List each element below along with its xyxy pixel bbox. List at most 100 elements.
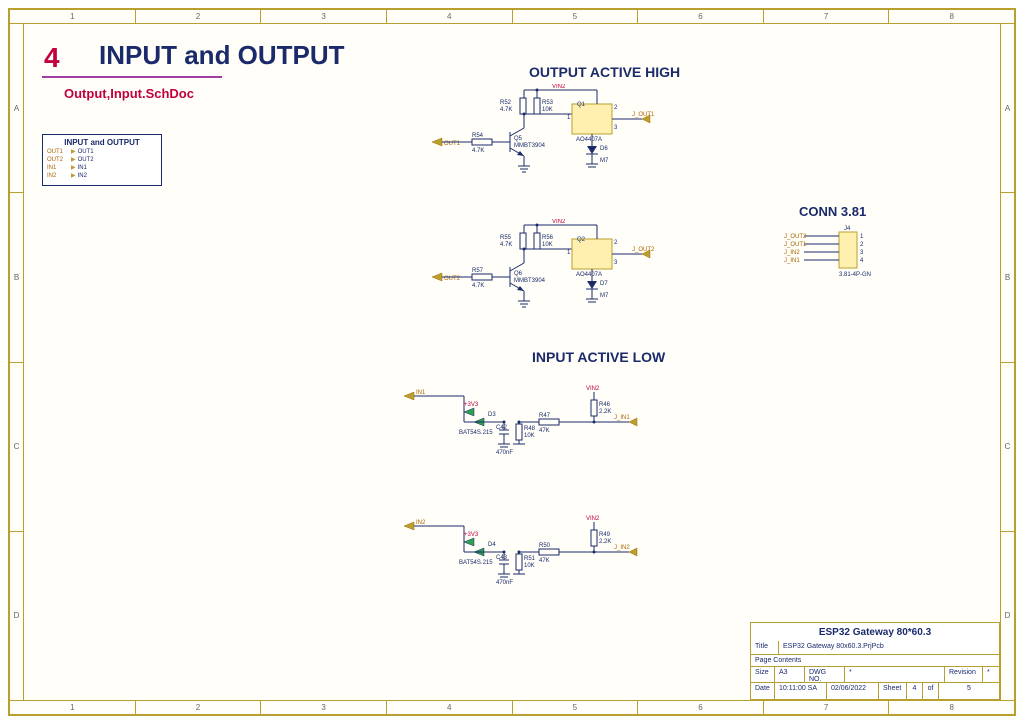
npn-part: MMBT3904 xyxy=(514,143,546,149)
ruler-col: 8 xyxy=(889,10,1014,23)
tb-sheet-num: 4 xyxy=(907,683,923,699)
r-in-ref: R57 xyxy=(472,268,484,274)
ruler-top: 1 2 3 4 5 6 7 8 xyxy=(10,10,1014,24)
entry-net: IN2 xyxy=(78,173,87,179)
ruler-row: B xyxy=(10,193,23,362)
entry-net: OUT2 xyxy=(78,157,94,163)
net-jin2: J_IN2 xyxy=(614,545,630,551)
chevron-right-icon: ▶ xyxy=(71,164,76,171)
sheet-entry: OUT2▶OUT2 xyxy=(47,156,157,163)
ruler-row: D xyxy=(1001,532,1014,700)
ruler-col: 5 xyxy=(513,701,639,714)
d7-part: M7 xyxy=(600,293,609,299)
net-in2: IN2 xyxy=(416,520,426,526)
ruler-row: D xyxy=(10,532,23,700)
c43-val: 470nF xyxy=(496,580,513,586)
entry-signal: IN2 xyxy=(47,173,69,179)
vin2-label: VIN2 xyxy=(552,219,566,225)
ruler-right: A B C D xyxy=(1000,24,1014,700)
r51-ref: R51 xyxy=(524,556,536,562)
conn-pin-net: J_IN1 xyxy=(784,258,800,264)
ruler-col: 6 xyxy=(638,10,764,23)
c43-ref: C43 xyxy=(496,555,508,561)
conn-pin-num: 3 xyxy=(860,250,864,256)
tb-dwg-value: * xyxy=(845,667,945,682)
conn-pin-num: 1 xyxy=(860,234,864,240)
ruler-bottom: 1 2 3 4 5 6 7 8 xyxy=(10,700,1014,714)
conn-pin-net: J_OUT2 xyxy=(784,234,807,240)
tb-dwg-label: DWG NO. xyxy=(805,667,845,682)
d4-part: BAT54S.215 xyxy=(459,560,493,566)
d6-part: M7 xyxy=(600,158,609,164)
vin2-label: VIN2 xyxy=(552,84,566,90)
r48-val: 10K xyxy=(524,433,535,439)
r55-val: 4.7K xyxy=(500,242,512,248)
d7-ref: D7 xyxy=(600,281,608,287)
ruler-col: 4 xyxy=(387,10,513,23)
d6-ref: D6 xyxy=(600,146,608,152)
r56-val: 10K xyxy=(542,242,553,248)
input1-circuit: IN1 +3V3 D3 BAT54S.215 C42 470nF xyxy=(404,374,664,464)
c42-val: 470nF xyxy=(496,450,513,456)
tb-size-label: Size xyxy=(751,667,775,682)
subdoc-name: Output,Input.SchDoc xyxy=(64,86,194,101)
section-title: INPUT and OUTPUT xyxy=(99,40,345,71)
v33-label: +3V3 xyxy=(464,532,479,538)
entry-signal: OUT1 xyxy=(47,149,69,155)
ruler-row: C xyxy=(10,363,23,532)
entry-net: IN1 xyxy=(78,165,87,171)
title-block: ESP32 Gateway 80*60.3 Title ESP32 Gatewa… xyxy=(750,622,1000,700)
ruler-col: 5 xyxy=(513,10,639,23)
mos-pin-d: 3 xyxy=(614,260,618,266)
conn-pin-num: 4 xyxy=(860,258,864,264)
output2-circuit: OUT2 R57 4.7K Q6 MMBT3904 R55 4.7K R56 xyxy=(432,219,672,329)
conn-part: 3.81-4P-GN xyxy=(839,272,871,278)
r-in-ref: R54 xyxy=(472,133,484,139)
ruler-col: 1 xyxy=(10,10,136,23)
tb-date: 02/06/2022 xyxy=(827,683,879,699)
conn-ref: J4 xyxy=(844,226,851,232)
section-number: 4 xyxy=(44,42,60,74)
tb-title-value: ESP32 Gateway 80x60.3.PrjPcb xyxy=(779,641,999,654)
d3-part: BAT54S.215 xyxy=(459,430,493,436)
mos-pin-g: 1 xyxy=(567,115,571,121)
tb-title-label: Title xyxy=(751,641,779,654)
npn-ref: Q5 xyxy=(514,136,523,142)
sheet-entry: OUT1▶OUT1 xyxy=(47,148,157,155)
tb-date-label: Date xyxy=(751,683,775,699)
entry-signal: OUT2 xyxy=(47,157,69,163)
r55-ref: R55 xyxy=(500,235,512,241)
section-underline xyxy=(42,76,222,78)
r50-val: 47K xyxy=(539,558,550,564)
vin2-label: VIN2 xyxy=(586,516,600,522)
r51-val: 10K xyxy=(524,563,535,569)
output1-circuit: OUT1 R54 4.7K Q5 MMBT3904 R52 xyxy=(432,84,672,194)
r48-ref: R48 xyxy=(524,426,536,432)
conn-pin-net: J_IN2 xyxy=(784,250,800,256)
sheet-content: 4 INPUT and OUTPUT Output,Input.SchDoc I… xyxy=(24,24,1000,700)
sheet-symbol-box: INPUT and OUTPUT OUT1▶OUT1 OUT2▶OUT2 IN1… xyxy=(42,134,162,186)
subheading-output-high: OUTPUT ACTIVE HIGH xyxy=(529,64,680,80)
conn-pin-net: J_OUT1 xyxy=(784,242,807,248)
mos-pin-d: 3 xyxy=(614,125,618,131)
entry-net: OUT1 xyxy=(78,149,94,155)
tb-rev-label: Revision xyxy=(945,667,983,682)
r53-ref: R53 xyxy=(542,100,554,106)
tb-rev-value: * xyxy=(983,667,999,682)
r49-ref: R49 xyxy=(599,532,611,538)
tb-time: 10:11:00 SA xyxy=(775,683,827,699)
tb-page-label: Page Contents xyxy=(751,655,999,666)
ruler-col: 8 xyxy=(889,701,1014,714)
ruler-row: A xyxy=(10,24,23,193)
pmos-ref: Q1 xyxy=(577,102,586,108)
d3-ref: D3 xyxy=(488,412,496,418)
r49-val: 2.2K xyxy=(599,539,611,545)
ruler-col: 1 xyxy=(10,701,136,714)
net-in1: IN1 xyxy=(416,390,426,396)
vin2-label: VIN2 xyxy=(586,386,600,392)
tb-sheet-total: 5 xyxy=(939,683,999,699)
chevron-right-icon: ▶ xyxy=(71,172,76,179)
pmos-part: AO4407A xyxy=(576,137,602,143)
tb-sheet-of: of xyxy=(923,683,939,699)
d4-ref: D4 xyxy=(488,542,496,548)
